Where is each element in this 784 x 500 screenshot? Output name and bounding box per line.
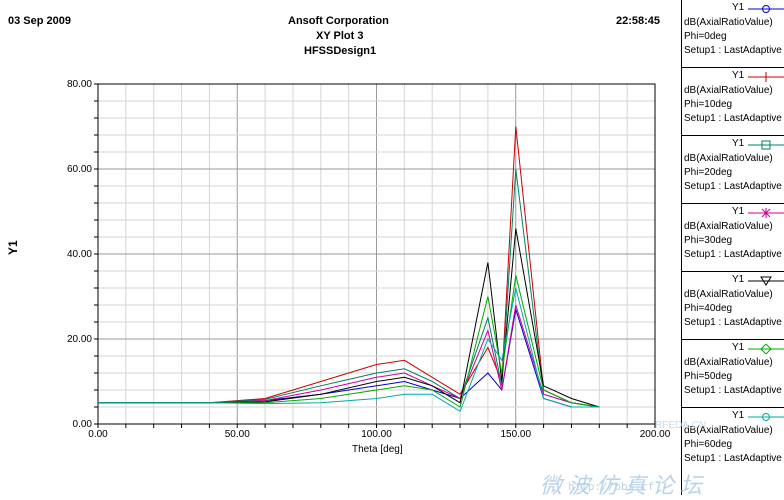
legend-y-label: Y1 bbox=[732, 2, 745, 13]
legend-y-label: Y1 bbox=[732, 206, 745, 217]
legend-item[interactable]: Y1 dB(AxialRatioValue) Phi=20deg Setup1 … bbox=[682, 136, 784, 204]
star-marker-icon bbox=[748, 208, 784, 218]
y-tick-label: 40.00 bbox=[67, 249, 92, 260]
circle-marker-icon bbox=[748, 5, 784, 13]
legend-y-label: Y1 bbox=[732, 342, 745, 353]
legend-item[interactable]: Y1 dB(AxialRatioValue) Phi=40deg Setup1 … bbox=[682, 272, 784, 340]
legend-expression: dB(AxialRatioValue) bbox=[684, 289, 773, 300]
square-marker-icon bbox=[748, 140, 784, 150]
legend-phi: Phi=20deg bbox=[684, 167, 733, 178]
legend-setup: Setup1 : LastAdaptive bbox=[684, 249, 782, 260]
legend-expression: dB(AxialRatioValue) bbox=[684, 357, 773, 368]
legend-item[interactable]: Y1 dB(AxialRatioValue) Phi=0deg Setup1 :… bbox=[682, 0, 784, 68]
plus-marker-icon bbox=[748, 72, 784, 82]
y-axis-title: Y1 bbox=[6, 240, 20, 255]
legend-y-label: Y1 bbox=[732, 70, 745, 81]
legend-expression: dB(AxialRatioValue) bbox=[684, 17, 773, 28]
legend-phi: Phi=30deg bbox=[684, 235, 733, 246]
legend-item[interactable]: Y1 dB(AxialRatioValue) Phi=10deg Setup1 … bbox=[682, 68, 784, 136]
y-tick-label: 0.00 bbox=[73, 419, 93, 430]
x-tick-label: 0.00 bbox=[88, 429, 108, 440]
watermark-url: http://bbs.rf bbox=[568, 480, 655, 493]
legend-phi: Phi=0deg bbox=[684, 31, 727, 42]
legend-setup: Setup1 : LastAdaptive bbox=[684, 317, 782, 328]
x-axis-title: Theta [deg] bbox=[352, 444, 403, 455]
legend-y-label: Y1 bbox=[732, 138, 745, 149]
triangle-down-marker-icon bbox=[748, 276, 784, 286]
legend-phi: Phi=50deg bbox=[684, 371, 733, 382]
legend-y-label: Y1 bbox=[732, 274, 745, 285]
legend-setup: Setup1 : LastAdaptive bbox=[684, 45, 782, 56]
legend-setup: Setup1 : LastAdaptive bbox=[684, 453, 782, 464]
y-tick-label: 60.00 bbox=[67, 164, 92, 175]
legend-setup: Setup1 : LastAdaptive bbox=[684, 181, 782, 192]
y-tick-label: 20.00 bbox=[67, 334, 92, 345]
x-tick-label: 100.00 bbox=[361, 429, 392, 440]
y-tick-label: 80.00 bbox=[67, 79, 92, 90]
legend-item[interactable]: Y1 dB(AxialRatioValue) Phi=50deg Setup1 … bbox=[682, 340, 784, 408]
legend-expression: dB(AxialRatioValue) bbox=[684, 221, 773, 232]
legend-item[interactable]: Y1 dB(AxialRatioValue) Phi=60deg Setup1 … bbox=[682, 408, 784, 476]
legend-phi: Phi=40deg bbox=[684, 303, 733, 314]
legend-phi: Phi=10deg bbox=[684, 99, 733, 110]
circle-marker-icon bbox=[748, 413, 784, 421]
legend-expression: dB(AxialRatioValue) bbox=[684, 153, 773, 164]
xy-plot: 0.00 50.00 100.00 150.00 200.000.0020.0040.0… bbox=[67, 79, 671, 440]
legend-expression: dB(AxialRatioValue) bbox=[684, 85, 773, 96]
x-tick-label: 50.00 bbox=[225, 429, 250, 440]
x-tick-label: 150.00 bbox=[500, 429, 531, 440]
legend-item[interactable]: Y1 dB(AxialRatioValue) Phi=30deg Setup1 … bbox=[682, 204, 784, 272]
legend-y-label: Y1 bbox=[732, 410, 745, 421]
diamond-marker-icon bbox=[748, 344, 784, 354]
legend-setup: Setup1 : LastAdaptive bbox=[684, 113, 782, 124]
legend-setup: Setup1 : LastAdaptive bbox=[684, 385, 782, 396]
legend-phi: Phi=60deg bbox=[684, 439, 733, 450]
watermark-site: RFEDA.CN bbox=[655, 420, 707, 431]
